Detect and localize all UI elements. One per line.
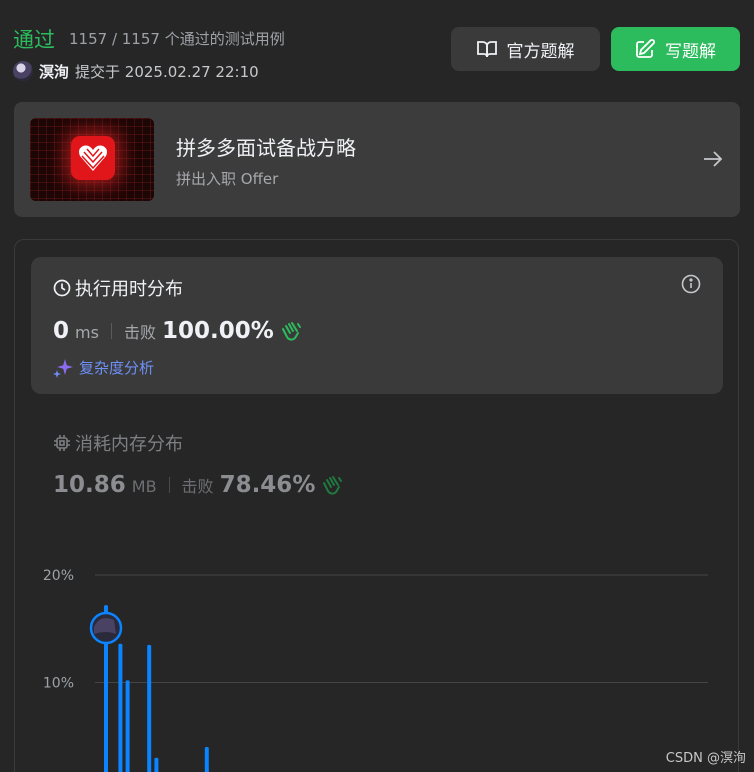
- memory-beats-value: 78.46%: [219, 472, 316, 498]
- submitter-row: 溟洵 提交于 2025.02.27 22:10: [13, 60, 259, 82]
- memory-title[interactable]: 消耗内存分布: [53, 430, 183, 456]
- user-position-marker[interactable]: [89, 611, 123, 645]
- runtime-beats-value: 100.00%: [161, 318, 274, 344]
- runtime-card[interactable]: 执行用时分布 0 ms 击败 100.00% 复杂度分析: [31, 257, 723, 394]
- clock-icon: [53, 279, 71, 297]
- info-icon[interactable]: [681, 274, 701, 294]
- divider: [168, 477, 170, 493]
- pinduoduo-logo-icon: [71, 136, 115, 180]
- runtime-stats: 0 ms 击败 100.00%: [53, 318, 302, 344]
- y-tick-label: 20%: [43, 568, 74, 584]
- test-cases-text: 1157 / 1157 个通过的测试用例: [69, 30, 285, 48]
- promo-subtitle: 拼出入职 Offer: [176, 170, 279, 188]
- promo-title: 拼多多面试备战方略: [176, 136, 356, 160]
- complexity-analysis-link[interactable]: 复杂度分析: [53, 357, 154, 378]
- chart-bar[interactable]: [125, 680, 130, 772]
- clap-icon: [281, 322, 301, 341]
- runtime-value: 0: [53, 318, 70, 344]
- write-solution-label: 写题解: [665, 41, 716, 62]
- watermark: CSDN @溟洵: [665, 751, 746, 766]
- submission-page: 通过 1157 / 1157 个通过的测试用例 溟洵 提交于 2025.02.2…: [0, 0, 754, 772]
- official-solution-button[interactable]: 官方题解: [451, 27, 600, 71]
- clap-icon: [323, 476, 343, 495]
- complexity-analysis-label: 复杂度分析: [79, 359, 155, 377]
- runtime-title: 执行用时分布: [53, 275, 183, 301]
- book-icon: [476, 41, 497, 58]
- arrow-right-icon[interactable]: [702, 148, 724, 170]
- official-solution-label: 官方题解: [506, 41, 575, 62]
- sparkle-icon: [53, 358, 73, 378]
- submitted-time: 提交于 2025.02.27 22:10: [75, 62, 259, 81]
- submission-header: 通过 1157 / 1157 个通过的测试用例 溟洵 提交于 2025.02.2…: [13, 20, 740, 82]
- username[interactable]: 溟洵: [39, 61, 69, 82]
- divider: [110, 323, 112, 339]
- memory-stats: 10.86 MB 击败 78.46%: [53, 472, 343, 498]
- avatar[interactable]: [13, 61, 33, 81]
- runtime-unit: ms: [75, 323, 99, 342]
- chart-bar[interactable]: [147, 644, 152, 772]
- runtime-beats-label: 击败: [123, 323, 156, 342]
- chart-bar[interactable]: [154, 757, 159, 772]
- y-tick-label: 10%: [43, 676, 74, 692]
- memory-unit: MB: [131, 477, 157, 496]
- chart-bar[interactable]: [118, 643, 123, 772]
- memory-title-text: 消耗内存分布: [75, 434, 183, 455]
- status-label: 通过: [13, 28, 55, 52]
- chip-icon: [54, 435, 70, 451]
- runtime-title-text: 执行用时分布: [75, 279, 183, 300]
- chart-bar[interactable]: [204, 747, 209, 772]
- promo-banner[interactable]: 拼多多面试备战方略 拼出入职 Offer: [14, 102, 740, 217]
- memory-beats-label: 击败: [181, 477, 214, 496]
- promo-image: [30, 118, 154, 201]
- memory-value: 10.86: [53, 472, 126, 498]
- write-solution-button[interactable]: 写题解: [611, 27, 740, 71]
- distribution-chart[interactable]: 20% 10%: [0, 540, 754, 772]
- edit-icon: [636, 39, 655, 58]
